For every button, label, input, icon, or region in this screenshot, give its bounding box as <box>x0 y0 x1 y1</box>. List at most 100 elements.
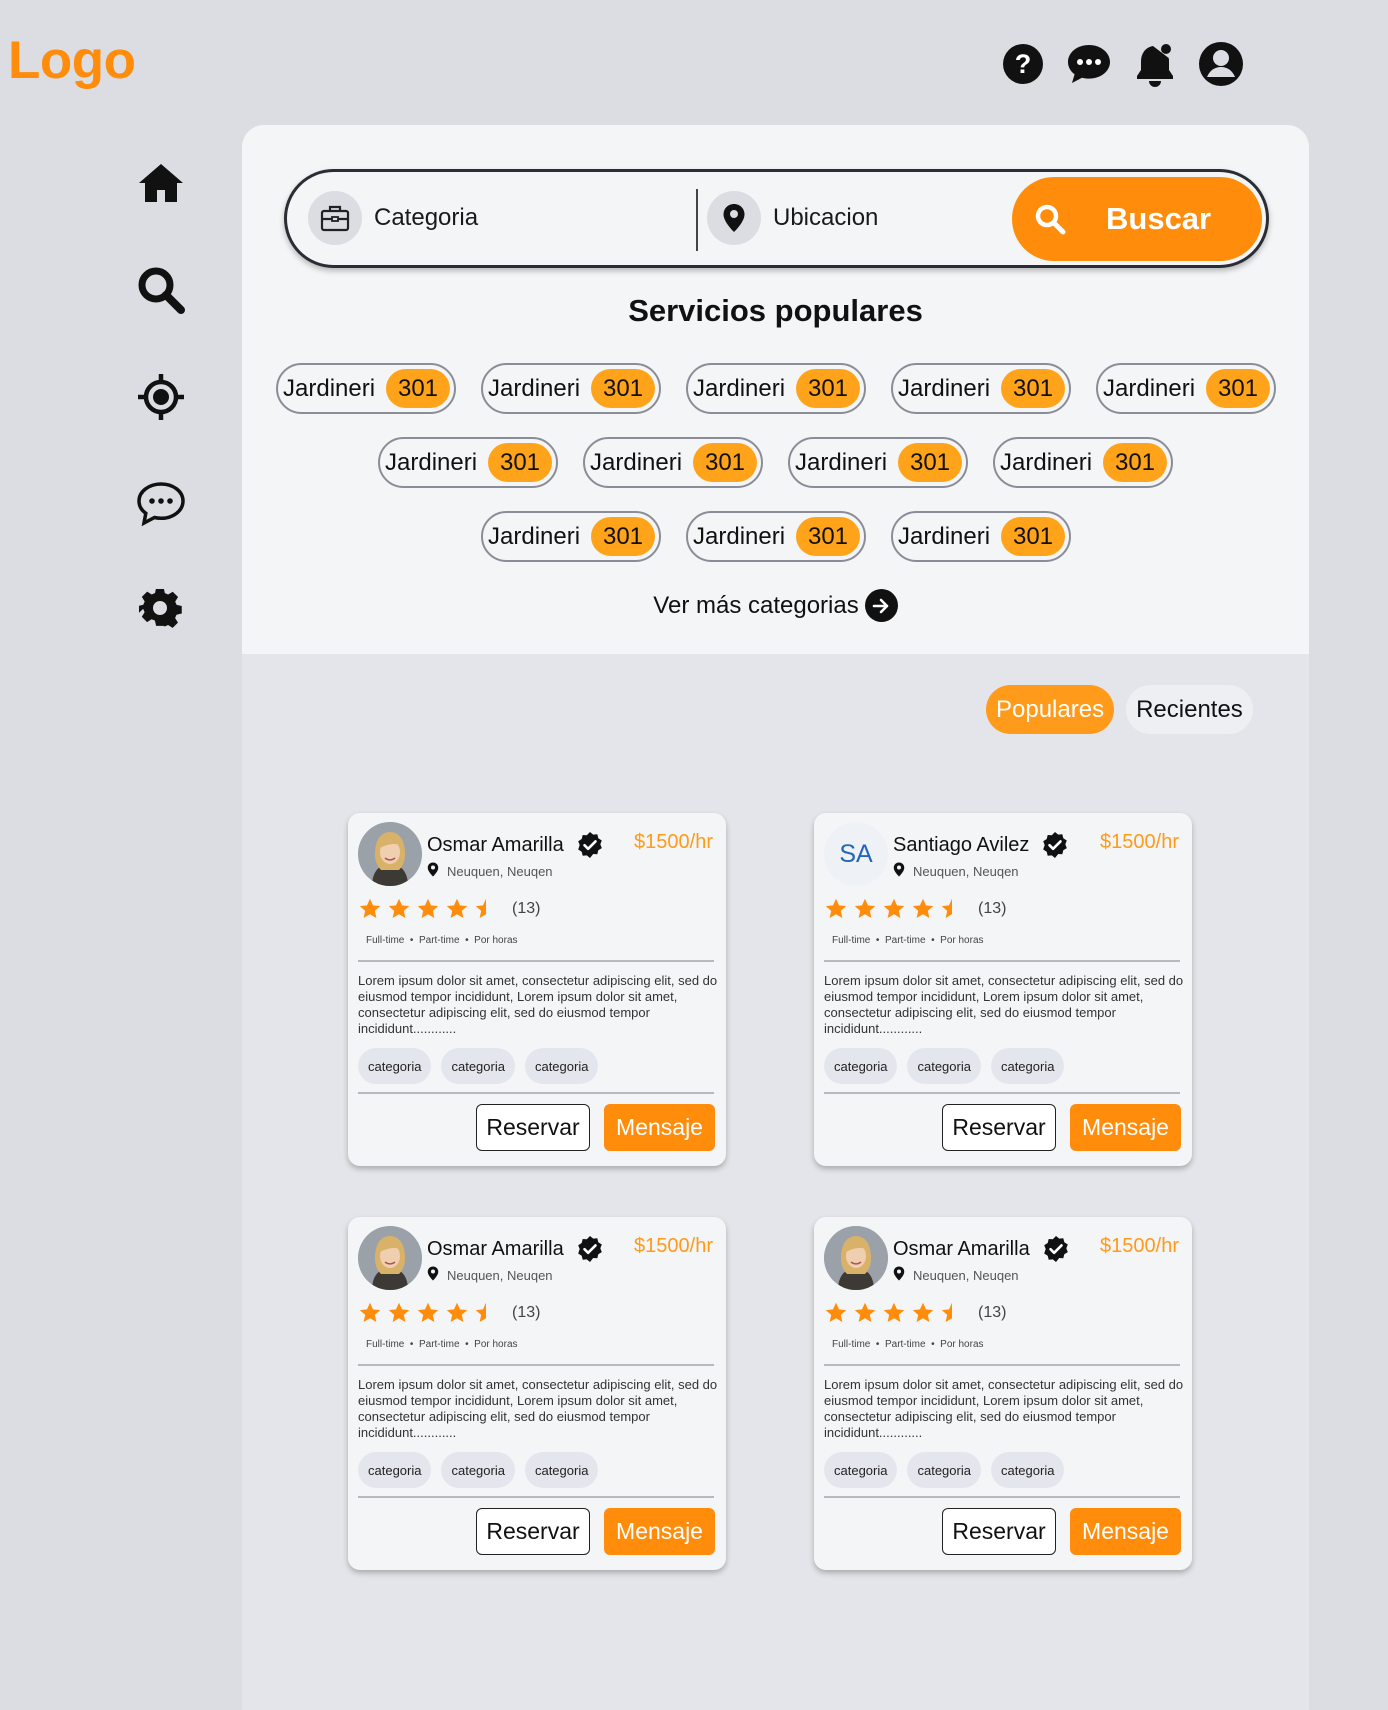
search-icon <box>1035 204 1066 235</box>
message-button[interactable]: Mensaje <box>1070 1508 1181 1555</box>
provider-location: Neuquen, Neuqen <box>893 862 1019 880</box>
service-chip[interactable]: Jardineri 301 <box>1096 363 1276 414</box>
category-tag[interactable]: categoria <box>524 1048 599 1084</box>
chat-icon[interactable] <box>131 474 191 534</box>
service-chip-label: Jardineri <box>693 522 786 550</box>
service-chip[interactable]: Jardineri 301 <box>378 437 558 488</box>
provider-card[interactable]: Osmar Amarilla $1500/hr Neuquen, Neuqen (13… <box>348 813 726 1166</box>
divider <box>824 1364 1180 1366</box>
service-chip[interactable]: Jardineri 301 <box>891 511 1071 562</box>
avatar-photo <box>358 822 422 886</box>
service-chip[interactable]: Jardineri 301 <box>788 437 968 488</box>
service-chip[interactable]: Jardineri 301 <box>276 363 456 414</box>
hourly-price: $1500/hr <box>634 1235 713 1257</box>
category-tag[interactable]: categoria <box>907 1048 981 1084</box>
avatar[interactable] <box>358 1226 422 1290</box>
category-tag[interactable]: categoria <box>907 1452 981 1488</box>
service-chip[interactable]: Jardineri 301 <box>481 363 661 414</box>
rating-stars: (13) <box>824 1301 1006 1325</box>
category-tag[interactable]: categoria <box>990 1048 1065 1084</box>
avatar[interactable] <box>824 1226 888 1290</box>
profile-icon[interactable] <box>1197 40 1245 88</box>
help-icon[interactable]: ? <box>999 40 1047 88</box>
category-tag[interactable]: categoria <box>441 1048 515 1084</box>
provider-name[interactable]: Osmar Amarilla <box>427 1238 564 1261</box>
category-tags: categoria categoria categoria <box>824 1048 1065 1084</box>
divider <box>358 1496 714 1498</box>
search-button-label: Buscar <box>1106 201 1212 236</box>
service-chip-label: Jardineri <box>898 374 991 402</box>
job-type: Por horas <box>940 1339 984 1350</box>
star-icon <box>475 898 486 918</box>
settings-gear-icon[interactable] <box>131 581 191 641</box>
provider-card[interactable]: Osmar Amarilla $1500/hr Neuquen, Neuqen (13… <box>348 1217 726 1570</box>
provider-name[interactable]: Osmar Amarilla <box>893 1238 1030 1261</box>
review-count: (13) <box>512 1304 541 1321</box>
search-icon[interactable] <box>131 260 191 320</box>
message-button[interactable]: Mensaje <box>604 1104 715 1151</box>
category-tag[interactable]: categoria <box>441 1452 515 1488</box>
avatar[interactable] <box>358 822 422 886</box>
divider <box>358 1364 714 1366</box>
category-tag[interactable]: categoria <box>990 1452 1065 1488</box>
location-field[interactable]: Ubicacion <box>707 190 878 246</box>
category-field-label: Categoria <box>374 204 479 231</box>
star-icon <box>825 898 847 918</box>
avatar[interactable]: SA <box>824 822 888 886</box>
provider-card[interactable]: SA Santiago Avilez $1500/hr Neuquen, Neuqen… <box>814 813 1192 1166</box>
category-field[interactable]: Categoria <box>308 190 478 246</box>
message-button[interactable]: Mensaje <box>604 1508 715 1555</box>
star-icon <box>446 898 468 918</box>
location-text: Neuquen, Neuqen <box>913 1267 1019 1283</box>
job-type: Part-time <box>418 935 460 946</box>
service-chip-count: 301 <box>1001 369 1065 408</box>
divider <box>358 960 714 962</box>
reserve-button[interactable]: Reservar <box>476 1104 590 1151</box>
svg-text:?: ? <box>1015 49 1032 79</box>
provider-name[interactable]: Santiago Avilez <box>893 834 1029 857</box>
service-chip[interactable]: Jardineri 301 <box>993 437 1173 488</box>
logo[interactable]: Logo <box>8 30 136 91</box>
provider-description: Lorem ipsum dolor sit amet, consectetur … <box>358 973 718 1036</box>
job-type: Full-time <box>366 935 405 946</box>
divider <box>824 1092 1180 1094</box>
service-chip[interactable]: Jardineri 301 <box>891 363 1071 414</box>
category-tag[interactable]: categoria <box>524 1452 599 1488</box>
service-chip[interactable]: Jardineri 301 <box>481 511 661 562</box>
search-button[interactable]: Buscar <box>1012 177 1262 261</box>
notification-bell-icon[interactable] <box>1131 40 1179 88</box>
star-icon <box>359 898 381 918</box>
job-type: Part-time <box>884 1339 926 1350</box>
category-tag[interactable]: categoria <box>824 1452 898 1488</box>
service-chip-label: Jardineri <box>693 374 786 402</box>
service-chip-label: Jardineri <box>795 448 888 476</box>
category-tag[interactable]: categoria <box>824 1048 898 1084</box>
provider-name[interactable]: Osmar Amarilla <box>427 834 564 857</box>
reserve-button[interactable]: Reservar <box>942 1104 1056 1151</box>
location-target-icon[interactable] <box>131 367 191 427</box>
home-icon[interactable] <box>131 153 191 213</box>
service-chip[interactable]: Jardineri 301 <box>686 511 866 562</box>
service-chip[interactable]: Jardineri 301 <box>686 363 866 414</box>
divider <box>358 1092 714 1094</box>
service-chip-label: Jardineri <box>488 522 581 550</box>
provider-location: Neuquen, Neuqen <box>427 862 553 880</box>
job-types: Full-time • Part-time • Por horas <box>832 935 984 946</box>
provider-card[interactable]: Osmar Amarilla $1500/hr Neuquen, Neuqen (13… <box>814 1217 1192 1570</box>
verified-badge-icon <box>1042 1235 1070 1263</box>
arrow-right-icon <box>864 589 898 622</box>
tab-recientes[interactable]: Recientes <box>1126 685 1253 734</box>
reserve-button[interactable]: Reservar <box>476 1508 590 1555</box>
category-tag[interactable]: categoria <box>358 1452 432 1488</box>
tab-populares[interactable]: Populares <box>986 685 1115 734</box>
service-chip-count: 301 <box>796 369 860 408</box>
service-chip[interactable]: Jardineri 301 <box>583 437 763 488</box>
rating-stars: (13) <box>358 897 540 921</box>
see-more-categories-link[interactable]: Ver más categorias <box>242 589 1309 622</box>
category-tag[interactable]: categoria <box>358 1048 432 1084</box>
chat-icon[interactable] <box>1065 40 1113 88</box>
message-button[interactable]: Mensaje <box>1070 1104 1181 1151</box>
reserve-button[interactable]: Reservar <box>942 1508 1056 1555</box>
hourly-price: $1500/hr <box>1100 831 1179 853</box>
review-count: (13) <box>978 1304 1007 1321</box>
